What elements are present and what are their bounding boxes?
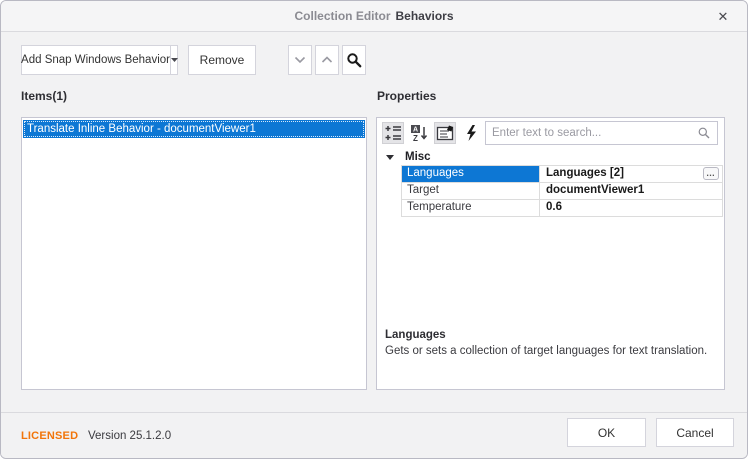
categorized-view-button[interactable] bbox=[382, 122, 404, 144]
property-value[interactable]: documentViewer1 bbox=[540, 183, 722, 199]
property-row-languages[interactable]: Languages Languages [2] … bbox=[401, 166, 723, 183]
property-value[interactable]: Languages [2] … bbox=[540, 166, 722, 182]
search-icon bbox=[697, 126, 711, 140]
ok-button[interactable]: OK bbox=[567, 418, 646, 447]
property-row-temperature[interactable]: Temperature 0.6 bbox=[401, 200, 723, 217]
chevron-down-icon bbox=[171, 58, 178, 62]
search-button[interactable] bbox=[342, 45, 366, 75]
property-value[interactable]: 0.6 bbox=[540, 200, 722, 216]
version-text: Version 25.1.2.0 bbox=[88, 430, 171, 442]
ellipsis-button[interactable]: … bbox=[703, 167, 719, 180]
list-item[interactable]: Translate Inline Behavior - documentView… bbox=[23, 120, 365, 138]
title-prefix: Collection Editor bbox=[294, 9, 390, 23]
category-label: Misc bbox=[405, 151, 431, 163]
add-behavior-split-button: Add Snap Windows Behavior bbox=[21, 45, 178, 75]
svg-text:Z: Z bbox=[413, 134, 418, 142]
title-bar: Collection Editor Behaviors ✕ bbox=[1, 1, 747, 32]
category-row-misc[interactable]: Misc bbox=[386, 149, 431, 165]
properties-label: Properties bbox=[377, 89, 436, 103]
move-down-button[interactable] bbox=[288, 45, 312, 75]
categorized-icon bbox=[384, 124, 402, 142]
property-pages-button[interactable] bbox=[434, 122, 456, 144]
properties-panel: A Z bbox=[376, 117, 725, 390]
description-title: Languages bbox=[385, 329, 712, 341]
collection-editor-dialog: Collection Editor Behaviors ✕ Add Snap W… bbox=[0, 0, 748, 459]
alphabetical-sort-button[interactable]: A Z bbox=[408, 122, 430, 144]
remove-button[interactable]: Remove bbox=[188, 45, 256, 75]
svg-text:A: A bbox=[413, 127, 418, 134]
property-grid: Languages Languages [2] … Target documen… bbox=[401, 165, 723, 217]
add-behavior-dropdown[interactable] bbox=[170, 46, 178, 74]
items-listbox[interactable]: Translate Inline Behavior - documentView… bbox=[21, 117, 367, 390]
move-up-button[interactable] bbox=[315, 45, 339, 75]
cancel-button[interactable]: Cancel bbox=[656, 418, 734, 447]
property-row-target[interactable]: Target documentViewer1 bbox=[401, 183, 723, 200]
close-icon: ✕ bbox=[718, 9, 729, 25]
page-title: Behaviors bbox=[395, 9, 453, 23]
close-button[interactable]: ✕ bbox=[713, 7, 733, 27]
property-description: Languages Gets or sets a collection of t… bbox=[385, 329, 712, 357]
chevron-down-icon bbox=[294, 56, 306, 64]
property-value-text: Languages [2] bbox=[546, 167, 624, 179]
search-icon bbox=[346, 52, 362, 68]
search-input[interactable] bbox=[492, 127, 697, 139]
lightning-icon bbox=[464, 124, 478, 142]
collapse-arrow-icon bbox=[386, 155, 394, 160]
chevron-up-icon bbox=[321, 56, 333, 64]
property-name[interactable]: Languages bbox=[402, 166, 540, 182]
property-search-box bbox=[485, 121, 718, 145]
licensed-badge: LICENSED bbox=[21, 430, 78, 442]
add-behavior-button[interactable]: Add Snap Windows Behavior bbox=[21, 46, 170, 74]
events-button[interactable] bbox=[460, 122, 482, 144]
property-name[interactable]: Temperature bbox=[402, 200, 540, 216]
ellipsis-icon: … bbox=[706, 168, 716, 178]
property-name[interactable]: Target bbox=[402, 183, 540, 199]
property-page-icon bbox=[436, 124, 454, 142]
az-sort-icon: A Z bbox=[410, 124, 428, 142]
description-text: Gets or sets a collection of target lang… bbox=[385, 345, 712, 357]
items-label: Items(1) bbox=[21, 89, 67, 103]
